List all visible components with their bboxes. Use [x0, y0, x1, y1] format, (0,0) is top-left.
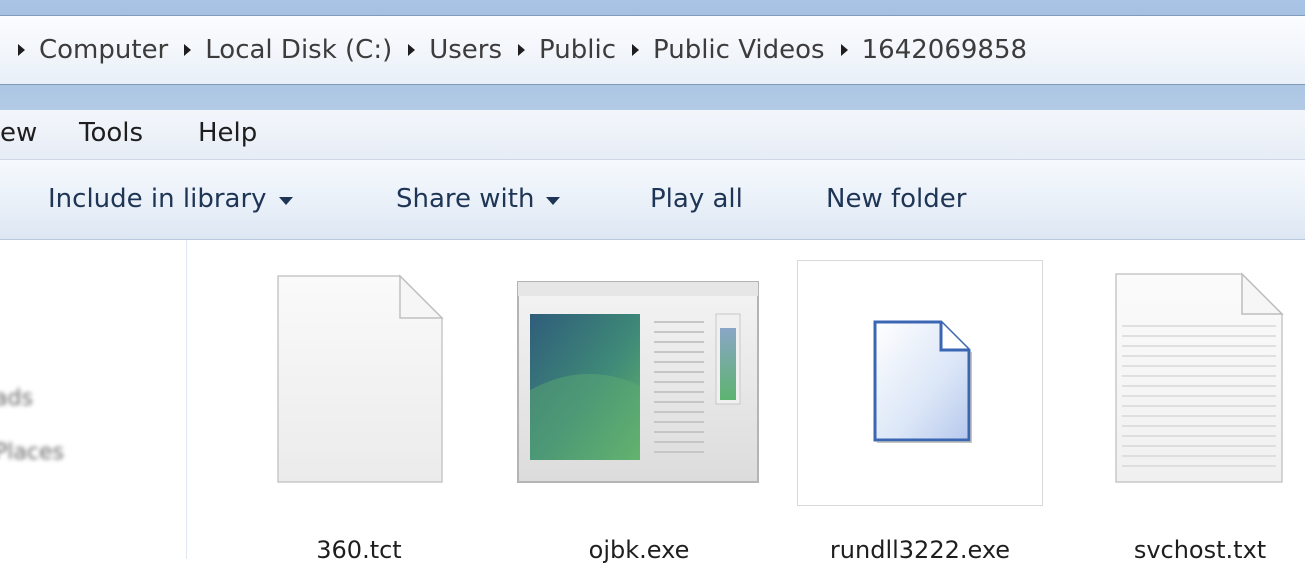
- file-name[interactable]: ojbk.exe: [516, 536, 762, 564]
- breadcrumb-label[interactable]: 1642069858: [862, 35, 1027, 65]
- chevron-right-icon[interactable]: [408, 44, 416, 56]
- nav-item-downloads[interactable]: ads: [0, 386, 33, 411]
- breadcrumb-item-computer[interactable]: Computer: [0, 35, 168, 65]
- breadcrumb-item-public[interactable]: Public: [502, 35, 616, 65]
- address-bar[interactable]: Computer Local Disk (C:) Users Public Pu…: [0, 15, 1305, 85]
- chevron-right-icon[interactable]: [632, 44, 639, 56]
- file-item-ojbk-exe[interactable]: ojbk.exe: [516, 260, 762, 564]
- chevron-right-icon[interactable]: [184, 44, 192, 56]
- new-folder-label: New folder: [826, 184, 967, 214]
- menu-view[interactable]: ew: [0, 118, 37, 148]
- blank-document-icon: [272, 260, 446, 484]
- share-with-button[interactable]: Share with: [396, 184, 561, 214]
- file-name[interactable]: rundll3222.exe: [787, 536, 1053, 564]
- file-item-svchost-txt[interactable]: svchost.txt: [1110, 260, 1290, 564]
- generic-file-icon: [867, 316, 977, 446]
- chevron-right-icon[interactable]: [18, 44, 25, 56]
- dropdown-arrow-icon: [278, 196, 293, 205]
- nav-item-recent-places[interactable]: Places: [0, 440, 64, 465]
- file-name[interactable]: 360.tct: [272, 536, 446, 564]
- include-in-library-button[interactable]: Include in library: [48, 184, 293, 214]
- breadcrumb-label[interactable]: Local Disk (C:): [205, 35, 392, 65]
- command-bar: Include in library Share with Play all N…: [0, 160, 1305, 240]
- breadcrumb-label[interactable]: Users: [429, 35, 502, 65]
- chevron-right-icon[interactable]: [840, 44, 848, 56]
- breadcrumb-label[interactable]: Computer: [39, 35, 168, 65]
- window-title-bar: Computer Local Disk (C:) Users Public Pu…: [0, 0, 1305, 110]
- breadcrumb-label[interactable]: Public Videos: [653, 35, 825, 65]
- play-all-label: Play all: [650, 184, 743, 214]
- menu-tools[interactable]: Tools: [79, 118, 143, 148]
- file-list: 360.tct ojbk.exe rundll3222.exe svchost.…: [188, 240, 1305, 564]
- include-in-library-label: Include in library: [48, 184, 267, 214]
- menu-bar: ew Tools Help: [0, 110, 1305, 160]
- breadcrumb-item-local-disk[interactable]: Local Disk (C:): [168, 35, 392, 65]
- file-name[interactable]: svchost.txt: [1110, 536, 1290, 564]
- breadcrumb-item-public-videos[interactable]: Public Videos: [616, 35, 825, 65]
- chevron-right-icon[interactable]: [518, 44, 526, 56]
- text-document-icon: [1110, 260, 1290, 484]
- play-all-button[interactable]: Play all: [650, 184, 743, 214]
- share-with-label: Share with: [396, 184, 535, 214]
- application-window-icon: [516, 260, 762, 484]
- menu-help[interactable]: Help: [198, 118, 257, 148]
- breadcrumb-item-users[interactable]: Users: [392, 35, 502, 65]
- new-folder-button[interactable]: New folder: [826, 184, 966, 214]
- navigation-pane[interactable]: ads Places: [0, 240, 187, 559]
- breadcrumb-item-current-folder[interactable]: 1642069858: [825, 35, 1027, 65]
- dropdown-arrow-icon: [546, 196, 561, 205]
- breadcrumb-label[interactable]: Public: [539, 35, 616, 65]
- file-item-360-tct[interactable]: 360.tct: [272, 260, 446, 564]
